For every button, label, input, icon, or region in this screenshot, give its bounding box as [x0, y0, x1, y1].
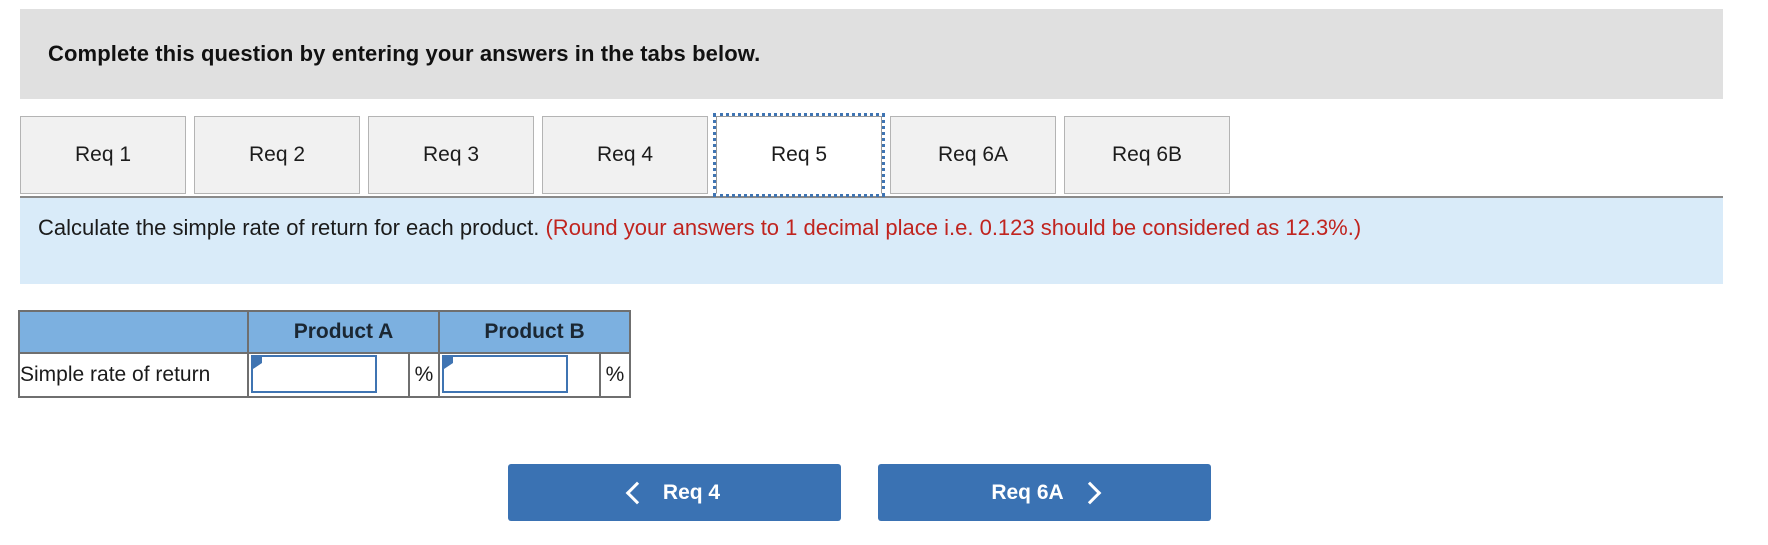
prev-button-label: Req 4	[662, 480, 721, 504]
tab-label: Req 4	[596, 143, 654, 166]
tab-req-4[interactable]: Req 4	[542, 116, 708, 194]
header-product-a: Product A	[247, 310, 440, 354]
header-blank	[18, 310, 249, 354]
tab-req-3[interactable]: Req 3	[368, 116, 534, 194]
navigation-bar: Req 4 Req 6A	[0, 464, 1768, 526]
prompt-rounding-hint: (Round your answers to 1 decimal place i…	[545, 215, 1362, 240]
table-row: Simple rate of return % %	[18, 352, 631, 398]
tab-label: Req 6B	[1111, 143, 1183, 166]
next-requirement-button[interactable]: Req 6A	[878, 464, 1211, 521]
unit-product-b: %	[599, 352, 631, 398]
question-prompt: Calculate the simple rate of return for …	[20, 198, 1723, 284]
prompt-text: Calculate the simple rate of return for …	[38, 215, 546, 240]
chevron-left-icon	[625, 481, 649, 504]
product-a-rate-input[interactable]	[251, 355, 377, 393]
tab-req-2[interactable]: Req 2	[194, 116, 360, 194]
next-button-label: Req 6A	[991, 480, 1064, 504]
table-header-row: Product A Product B	[18, 310, 631, 354]
prev-requirement-button[interactable]: Req 4	[508, 464, 841, 521]
row-label-simple-rate-of-return: Simple rate of return	[18, 352, 249, 398]
tab-label: Req 6A	[937, 143, 1009, 166]
tab-label: Req 3	[422, 143, 480, 166]
tab-req-5[interactable]: Req 5	[713, 113, 885, 197]
requirement-tabs: Req 1 Req 2 Req 3 Req 4 Req 5 Req 6A Req…	[20, 113, 1723, 198]
answer-table: Product A Product B Simple rate of retur…	[18, 310, 631, 398]
chevron-right-icon	[1078, 481, 1101, 504]
instruction-banner: Complete this question by entering your …	[20, 9, 1723, 99]
cell-product-b-input	[438, 352, 601, 398]
header-product-b: Product B	[438, 310, 631, 354]
product-b-rate-input[interactable]	[442, 355, 568, 393]
tab-req-6a[interactable]: Req 6A	[890, 116, 1056, 194]
tab-req-1[interactable]: Req 1	[20, 116, 186, 194]
tab-label: Req 2	[248, 143, 306, 166]
unit-product-a: %	[408, 352, 440, 398]
tab-label: Req 1	[74, 143, 132, 166]
question-panel: Complete this question by entering your …	[0, 0, 1768, 545]
tab-req-6b[interactable]: Req 6B	[1064, 116, 1230, 194]
cell-product-a-input	[247, 352, 410, 398]
banner-title: Complete this question by entering your …	[48, 41, 761, 66]
tab-label: Req 5	[770, 143, 828, 166]
